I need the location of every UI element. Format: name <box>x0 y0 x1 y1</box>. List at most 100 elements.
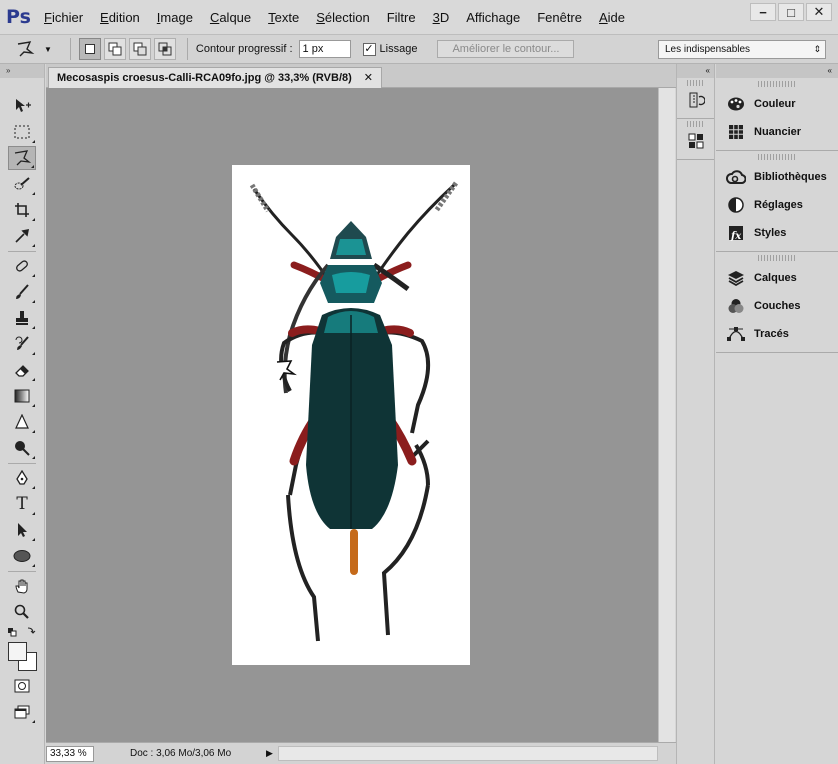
history-brush-tool-icon[interactable] <box>8 332 36 356</box>
document-tab-title: Mecosaspis croesus-Calli-RCA09fo.jpg @ 3… <box>57 72 352 84</box>
clone-stamp-tool-icon[interactable] <box>8 306 36 330</box>
blur-tool-icon[interactable] <box>8 410 36 434</box>
new-selection-button[interactable] <box>78 38 101 60</box>
feather-label: Contour progressif : <box>195 43 293 55</box>
collapse-arrows-icon[interactable]: « <box>677 64 714 78</box>
document-tab[interactable]: Mecosaspis croesus-Calli-RCA09fo.jpg @ 3… <box>48 67 382 88</box>
collapse-arrows-icon[interactable]: » <box>0 64 44 78</box>
palette-icon <box>726 95 746 113</box>
status-menu-arrow-icon[interactable]: ▶ <box>266 748 273 759</box>
marquee-tool-icon[interactable] <box>8 120 36 144</box>
menu-texte[interactable]: Texte <box>268 10 299 25</box>
pen-tool-icon[interactable] <box>8 466 36 490</box>
eyedropper-tool-icon[interactable] <box>8 224 36 248</box>
horizontal-scrollbar[interactable] <box>278 746 658 761</box>
quick-selection-tool-icon[interactable] <box>8 172 36 196</box>
options-bar: ▼ Contour progressif : 1 px ✓ Lissage Am… <box>0 34 838 64</box>
screen-mode-icon[interactable] <box>8 700 36 724</box>
gradient-tool-icon[interactable] <box>8 384 36 408</box>
quick-mask-icon[interactable] <box>8 674 36 698</box>
move-tool-icon[interactable] <box>8 94 36 118</box>
zoom-tool-icon[interactable] <box>8 600 36 624</box>
close-icon[interactable]: ✕ <box>364 68 373 88</box>
menu-edition[interactable]: Edition <box>100 10 140 25</box>
workspace-select[interactable]: Les indispensables ⇕ <box>658 40 826 59</box>
panel-grip[interactable] <box>758 154 796 160</box>
panel-couleur[interactable]: Couleur <box>716 90 838 118</box>
status-bar: 33,33 % Doc : 3,06 Mo/3,06 Mo ▶ <box>46 742 676 764</box>
type-tool-icon[interactable]: T <box>8 492 36 516</box>
tool-divider <box>8 463 36 464</box>
mini-panel-group-history <box>677 80 714 119</box>
divider <box>69 38 71 60</box>
tool-divider <box>8 251 36 252</box>
panel-label: Calques <box>754 272 797 284</box>
lasso-preset-icon[interactable] <box>8 38 42 60</box>
document-tab-bar: Mecosaspis croesus-Calli-RCA09fo.jpg @ 3… <box>46 64 676 88</box>
canvas-area[interactable] <box>46 88 658 742</box>
properties-panel-icon[interactable] <box>684 130 708 152</box>
menu-filtre[interactable]: Filtre <box>387 10 416 25</box>
minimize-button[interactable]: − <box>750 3 776 21</box>
ellipse-tool-icon[interactable] <box>8 544 36 568</box>
menu-aide[interactable]: Aide <box>599 10 625 25</box>
healing-brush-tool-icon[interactable] <box>8 254 36 278</box>
history-panel-icon[interactable] <box>684 89 708 111</box>
divider <box>186 38 188 60</box>
lasso-cursor-icon <box>276 360 297 381</box>
smoothing-checkbox[interactable]: ✓ <box>362 42 376 56</box>
menu-affichage[interactable]: Affichage <box>466 10 520 25</box>
swatches-grid-icon <box>726 123 746 141</box>
menu-image[interactable]: Image <box>157 10 193 25</box>
menu-bar: Ps Fichier Edition Image Calque Texte Sé… <box>0 0 838 34</box>
refine-edge-button[interactable]: Améliorer le contour... <box>437 40 575 58</box>
panel-group-libraries: Bibliothèques Réglages fx Styles <box>716 154 838 252</box>
menu-3d[interactable]: 3D <box>433 10 450 25</box>
restore-button[interactable]: □ <box>778 3 804 21</box>
hand-tool-icon[interactable] <box>8 574 36 598</box>
panel-label: Couches <box>754 300 801 312</box>
eraser-tool-icon[interactable] <box>8 358 36 382</box>
panel-group-color: Couleur Nuancier <box>716 81 838 151</box>
panel-traces[interactable]: Tracés <box>716 320 838 348</box>
panel-grip[interactable] <box>687 80 704 86</box>
crop-tool-icon[interactable] <box>8 198 36 222</box>
select-arrow-icon: ⇕ <box>813 44 821 54</box>
document-image[interactable] <box>232 165 470 665</box>
polygonal-lasso-tool-icon[interactable] <box>8 146 36 170</box>
panel-calques[interactable]: Calques <box>716 264 838 292</box>
collapse-arrows-icon[interactable]: « <box>716 64 838 78</box>
foreground-background-colors[interactable] <box>8 642 40 674</box>
panel-dock: « Couleur Nuancier Bibliothèques Réglage… <box>716 64 838 764</box>
menu-selection[interactable]: Sélection <box>316 10 369 25</box>
panel-group-layers: Calques Couches Tracés <box>716 255 838 353</box>
panel-couches[interactable]: Couches <box>716 292 838 320</box>
close-button[interactable]: ✕ <box>806 3 832 21</box>
brush-tool-icon[interactable] <box>8 280 36 304</box>
default-colors-icon[interactable] <box>8 624 36 638</box>
feather-input[interactable]: 1 px <box>298 40 351 58</box>
subtract-selection-button[interactable] <box>128 38 151 60</box>
panel-styles[interactable]: fx Styles <box>716 219 838 247</box>
panel-nuancier[interactable]: Nuancier <box>716 118 838 146</box>
zoom-level-field[interactable]: 33,33 % <box>46 745 94 762</box>
preset-caret-icon[interactable]: ▼ <box>44 45 52 54</box>
path-selection-tool-icon[interactable] <box>8 518 36 542</box>
panel-grip[interactable] <box>758 255 796 261</box>
add-selection-button[interactable] <box>103 38 126 60</box>
panel-grip[interactable] <box>687 121 704 127</box>
channels-icon <box>726 297 746 315</box>
menu-calque[interactable]: Calque <box>210 10 251 25</box>
vertical-scrollbar[interactable] <box>658 88 675 742</box>
foreground-color-swatch[interactable] <box>8 642 27 661</box>
panel-bibliotheques[interactable]: Bibliothèques <box>716 163 838 191</box>
panel-reglages[interactable]: Réglages <box>716 191 838 219</box>
menu-fenetre[interactable]: Fenêtre <box>537 10 582 25</box>
beetle-photo <box>249 181 459 642</box>
panel-label: Nuancier <box>754 126 802 138</box>
panel-grip[interactable] <box>758 81 796 87</box>
dodge-tool-icon[interactable] <box>8 436 36 460</box>
intersect-selection-button[interactable] <box>153 38 176 60</box>
menu-fichier[interactable]: Fichier <box>44 10 83 25</box>
document-info: Doc : 3,06 Mo/3,06 Mo <box>130 748 232 759</box>
